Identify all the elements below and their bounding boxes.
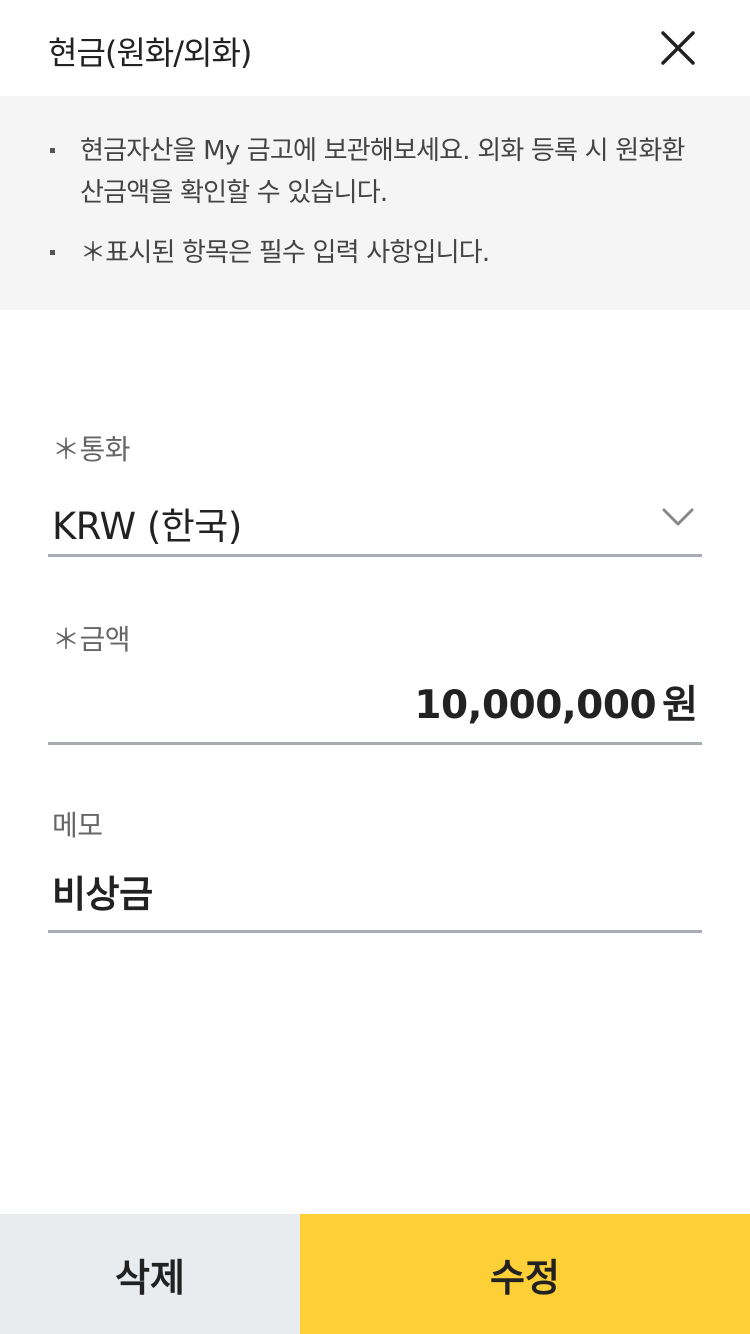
close-icon [661,31,695,65]
edit-button[interactable]: 수정 [300,1214,750,1334]
chevron-down-icon[interactable] [660,502,696,530]
bullet-icon [50,148,55,153]
amount-unit: 원 [662,683,698,728]
memo-label: 메모 [52,809,103,842]
amount-value[interactable]: 10,000,000 [414,683,656,728]
amount-field[interactable]: ＊금액 10,000,000 원 [48,610,702,750]
notice-text: 현금자산을 My 금고에 보관해보세요. 외화 등록 시 원화환산금액을 확인할… [80,136,685,208]
header: 현금(원화/외화) [0,0,750,96]
bottom-action-bar: 삭제 수정 [0,1214,750,1334]
notice-item: ＊표시된 항목은 필수 입력 사항입니다. [50,232,690,274]
notice-text: ＊표시된 항목은 필수 입력 사항입니다. [80,238,490,268]
memo-underline [48,930,702,933]
memo-input[interactable]: 비상금 [52,864,153,918]
notice-box: 현금자산을 My 금고에 보관해보세요. 외화 등록 시 원화환산금액을 확인할… [0,96,750,310]
currency-select[interactable]: ＊통화 KRW (한국) [48,420,702,560]
amount-label: ＊금액 [52,623,131,656]
close-button[interactable] [652,22,704,74]
notice-item: 현금자산을 My 금고에 보관해보세요. 외화 등록 시 원화환산금액을 확인할… [50,130,690,214]
page-title: 현금(원화/외화) [48,34,252,72]
bullet-icon [50,250,55,255]
delete-button[interactable]: 삭제 [0,1214,300,1334]
currency-value[interactable]: KRW (한국) [52,496,242,550]
currency-label: ＊통화 [52,433,131,466]
amount-underline [48,742,702,745]
amount-input[interactable]: 10,000,000 원 [414,674,698,730]
currency-underline [48,554,702,557]
memo-field[interactable]: 메모 비상금 [48,800,702,940]
